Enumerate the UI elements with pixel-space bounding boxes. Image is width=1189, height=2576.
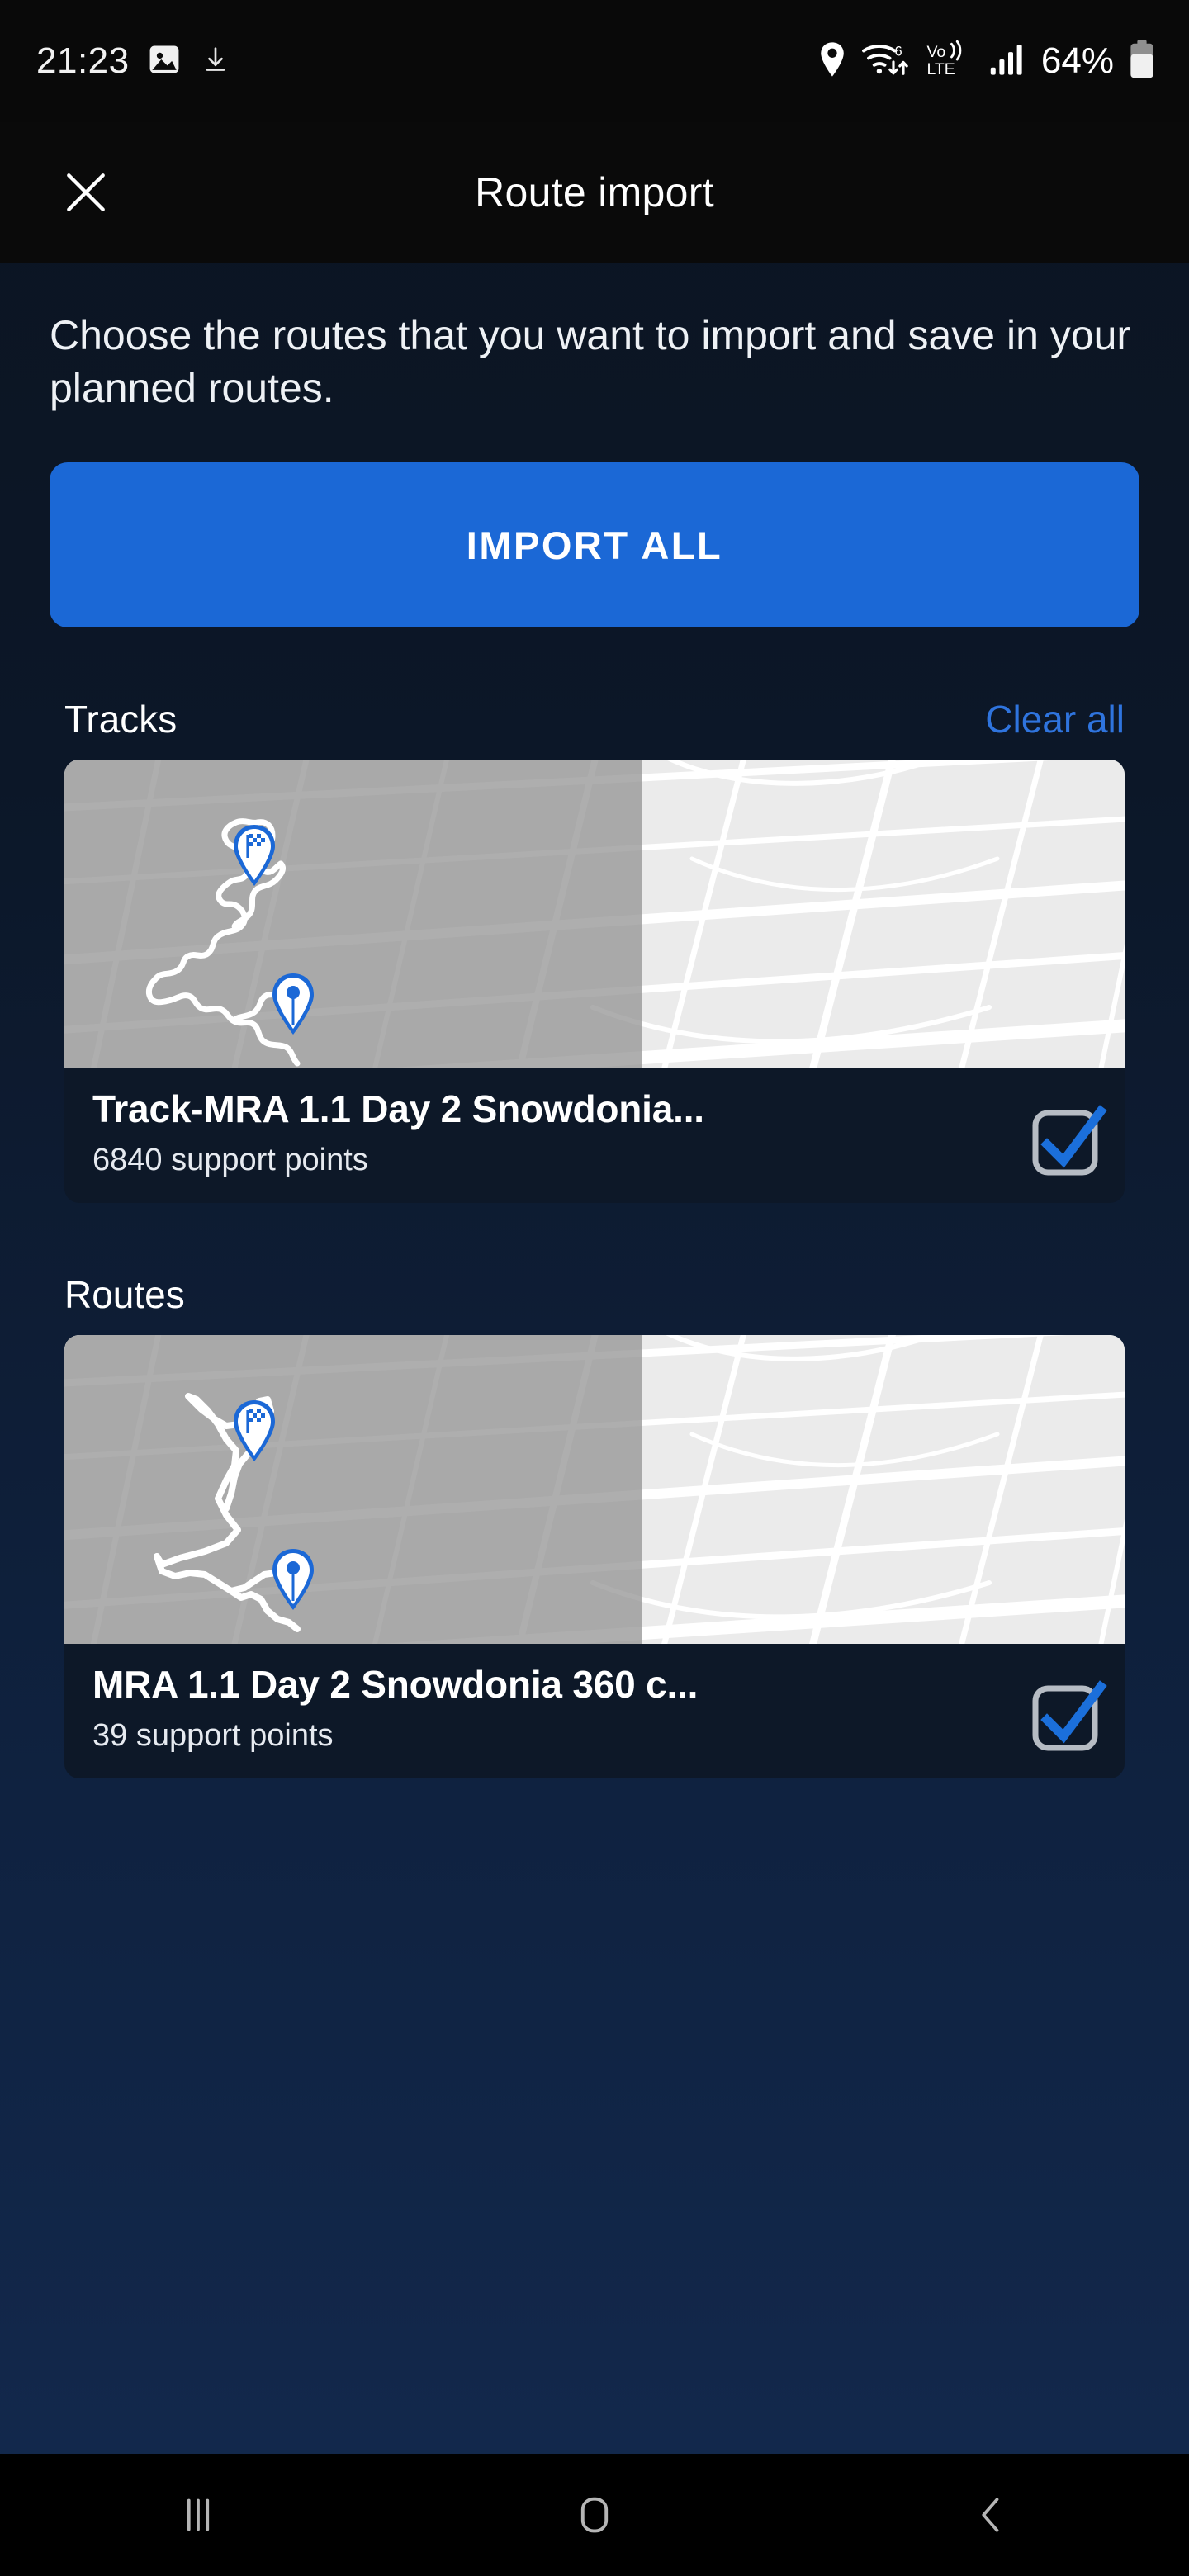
route-list-item[interactable]: MRA 1.1 Day 2 Snowdonia 360 c... 39 supp… [64,1335,1125,1778]
phone-screen: 21:23 6 Vo LTE 64% Route import Choose t… [0,0,1189,2576]
back-button[interactable] [929,2469,1053,2560]
location-pin-icon [818,41,846,82]
main-content: Choose the routes that you want to impor… [0,263,1189,1778]
status-bar-left: 21:23 [36,40,232,82]
import-all-button[interactable]: IMPORT ALL [50,462,1139,627]
home-icon [580,2497,609,2533]
cellular-signal-icon [989,41,1027,82]
recent-apps-button[interactable] [136,2469,260,2560]
download-icon [199,43,232,80]
route-card-body: MRA 1.1 Day 2 Snowdonia 360 c... 39 supp… [64,1644,1125,1778]
section-title-routes: Routes [64,1273,185,1316]
track-map-thumbnail [64,760,1125,1068]
section-header-routes: Routes [64,1272,1125,1317]
route-map-thumbnail [64,1335,1125,1644]
svg-text:6: 6 [894,44,902,59]
description-text: Choose the routes that you want to impor… [50,312,1131,411]
route-title: MRA 1.1 Day 2 Snowdonia 360 c... [92,1663,699,1706]
track-checkbox[interactable] [1026,1101,1107,1176]
track-support-points: 6840 support points [92,1143,368,1177]
checkbox-checked-icon [1032,1680,1107,1751]
map-preview-image [64,760,1125,1068]
status-bar-right: 6 Vo LTE 64% [818,40,1156,83]
checkbox-checked-icon [1032,1105,1107,1176]
battery-percentage: 64% [1040,40,1114,81]
route-card-texts: MRA 1.1 Day 2 Snowdonia 360 c... 39 supp… [92,1662,1026,1754]
track-list-item[interactable]: Track-MRA 1.1 Day 2 Snowdonia... 6840 su… [64,760,1125,1203]
track-card-body: Track-MRA 1.1 Day 2 Snowdonia... 6840 su… [64,1068,1125,1203]
android-navigation-bar [0,2454,1189,2576]
wifi-6-icon: 6 [860,40,912,83]
clear-all-button[interactable]: Clear all [985,697,1125,741]
status-bar-clock: 21:23 [36,40,130,81]
route-checkbox[interactable] [1026,1677,1107,1751]
track-title: Track-MRA 1.1 Day 2 Snowdonia... [92,1087,704,1130]
back-icon [982,2498,999,2532]
battery-icon [1128,40,1156,83]
recent-apps-icon [187,2498,210,2531]
home-button[interactable] [533,2469,656,2560]
section-title-tracks: Tracks [64,698,178,741]
section-header-tracks: Tracks Clear all [64,697,1125,741]
status-bar: 21:23 6 Vo LTE 64% [0,0,1189,122]
track-card-texts: Track-MRA 1.1 Day 2 Snowdonia... 6840 su… [92,1087,1026,1178]
svg-text:LTE: LTE [926,60,955,78]
app-bar: Route import [0,122,1189,263]
page-title: Route import [475,169,714,215]
volte-icon: Vo LTE [926,40,975,83]
close-icon [67,173,105,211]
close-button[interactable] [54,161,117,224]
map-preview-image [64,1335,1125,1644]
svg-text:Vo: Vo [926,43,945,61]
image-icon [146,41,182,82]
route-support-points: 39 support points [92,1718,334,1753]
